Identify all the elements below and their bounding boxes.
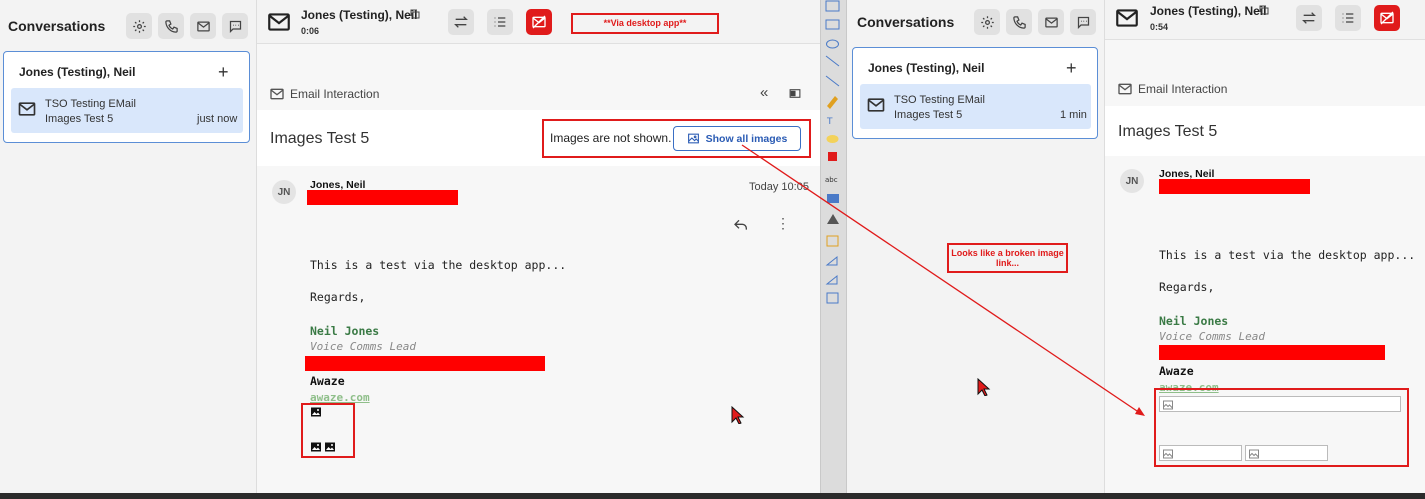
more-icon[interactable]: ⋮ <box>776 216 790 230</box>
transfer-icon <box>1302 12 1316 24</box>
right-body-line2: Regards, <box>1159 280 1215 294</box>
list-icon <box>1342 13 1354 23</box>
left-add-button[interactable]: + <box>218 63 229 81</box>
left-body-line2: Regards, <box>310 290 366 304</box>
right-sig-company: Awaze <box>1159 364 1194 378</box>
left-subject: Images Test 5 <box>270 130 370 147</box>
left-settings-button[interactable] <box>126 13 152 39</box>
right-chat-button[interactable] <box>1070 9 1096 35</box>
right-item-line2: Images Test 5 <box>894 109 963 121</box>
envelope-icon <box>18 102 36 116</box>
right-settings-button[interactable] <box>974 9 1000 35</box>
cursor-icon <box>731 406 745 424</box>
svg-text:abc: abc <box>825 176 838 184</box>
svg-text:T: T <box>826 117 833 127</box>
chat-icon <box>229 20 241 33</box>
right-redacted-signature <box>1159 345 1385 360</box>
left-conversation-item[interactable]: TSO Testing EMail Images Test 5 just now <box>11 88 243 133</box>
left-header-timer: 0:06 <box>301 26 320 36</box>
right-sig-name: Neil Jones <box>1159 314 1229 328</box>
right-sig-title: Voice Comms Lead <box>1159 330 1265 343</box>
left-interaction-label: Email Interaction <box>290 87 380 101</box>
right-end-email-button[interactable] <box>1374 5 1400 31</box>
left-redacted-signature <box>305 356 545 371</box>
bottom-taskbar <box>0 493 1425 499</box>
mail-icon <box>1044 17 1058 27</box>
left-item-line2: Images Test 5 <box>45 113 114 125</box>
right-item-time: 1 min <box>1060 109 1087 121</box>
mail-icon <box>196 21 210 31</box>
left-conversation-card[interactable]: Jones (Testing), Neil + TSO Testing EMai… <box>3 51 250 143</box>
left-item-time: just now <box>197 113 238 125</box>
right-sidebar-title: Conversations <box>857 14 955 30</box>
right-mail-button[interactable] <box>1038 9 1064 35</box>
left-message-date: Today 10:05 <box>749 181 809 193</box>
right-broken-images-box <box>1154 388 1409 467</box>
left-end-email-button[interactable] <box>526 9 552 35</box>
left-chat-button[interactable] <box>222 13 248 39</box>
cursor-icon <box>977 378 991 396</box>
right-add-button[interactable]: + <box>1066 59 1077 77</box>
right-phone-button[interactable] <box>1006 9 1032 35</box>
right-conversation-name: Jones (Testing), Neil <box>868 61 985 75</box>
image-icon <box>311 407 321 417</box>
envelope-icon <box>867 98 885 112</box>
left-sidebar-title: Conversations <box>8 18 106 34</box>
envelope-icon <box>270 88 284 100</box>
left-redacted-email <box>307 190 458 205</box>
right-interaction-label: Email Interaction <box>1138 82 1228 96</box>
left-list-button[interactable] <box>487 9 513 35</box>
annotation-tools[interactable]: T abc <box>823 0 843 305</box>
right-conversation-item[interactable]: TSO Testing EMail Images Test 5 1 min <box>860 84 1091 129</box>
left-header-name: Jones (Testing), Neil <box>301 8 418 22</box>
phone-icon <box>1012 15 1026 29</box>
left-sig-name: Neil Jones <box>310 324 380 338</box>
phone-icon <box>164 19 178 33</box>
right-redacted-email <box>1159 179 1310 194</box>
right-header-name: Jones (Testing), Neil <box>1150 4 1267 18</box>
reply-icon[interactable] <box>733 217 749 233</box>
collapse-icon[interactable]: « <box>760 84 768 101</box>
show-all-images-button[interactable]: Show all images <box>673 126 801 151</box>
gear-icon <box>132 19 146 33</box>
left-sig-title: Voice Comms Lead <box>310 340 416 353</box>
chat-icon <box>1077 16 1089 29</box>
right-body-line1: This is a test via the desktop app... <box>1159 248 1416 262</box>
right-list-button[interactable] <box>1335 5 1361 31</box>
panel-icon[interactable] <box>788 87 802 100</box>
left-item-line1: TSO Testing EMail <box>45 98 136 110</box>
transfer-icon <box>454 16 468 28</box>
left-body-line1: This is a test via the desktop app... <box>310 258 567 272</box>
image-icon <box>687 133 699 144</box>
end-email-icon <box>532 15 546 29</box>
right-avatar: JN <box>1120 169 1144 193</box>
left-avatar: JN <box>272 180 296 204</box>
gear-icon <box>980 15 994 29</box>
copy-icon[interactable] <box>1258 4 1270 16</box>
end-email-icon <box>1380 11 1394 25</box>
list-icon <box>494 17 506 27</box>
envelope-icon <box>1116 9 1138 27</box>
copy-icon[interactable] <box>409 8 421 20</box>
envelope-icon <box>268 13 290 31</box>
left-conversation-name: Jones (Testing), Neil <box>19 65 136 79</box>
left-transfer-button[interactable] <box>448 9 474 35</box>
image-icon <box>311 442 321 452</box>
left-images-notice: Images are not shown. <box>550 131 672 145</box>
right-transfer-button[interactable] <box>1296 5 1322 31</box>
image-icon <box>325 442 335 452</box>
left-mail-button[interactable] <box>190 13 216 39</box>
show-all-images-label: Show all images <box>705 132 788 145</box>
right-header-timer: 0:54 <box>1150 22 1169 32</box>
right-conversation-card[interactable]: Jones (Testing), Neil + TSO Testing EMai… <box>852 47 1098 139</box>
right-annotation-text: Looks like a broken image link... <box>951 248 1064 268</box>
left-sig-company: Awaze <box>310 374 345 388</box>
right-item-line1: TSO Testing EMail <box>894 94 985 106</box>
left-phone-button[interactable] <box>158 13 184 39</box>
envelope-icon <box>1118 83 1132 95</box>
right-subject: Images Test 5 <box>1118 123 1218 140</box>
left-annotation-text: **Via desktop app** <box>603 18 687 28</box>
